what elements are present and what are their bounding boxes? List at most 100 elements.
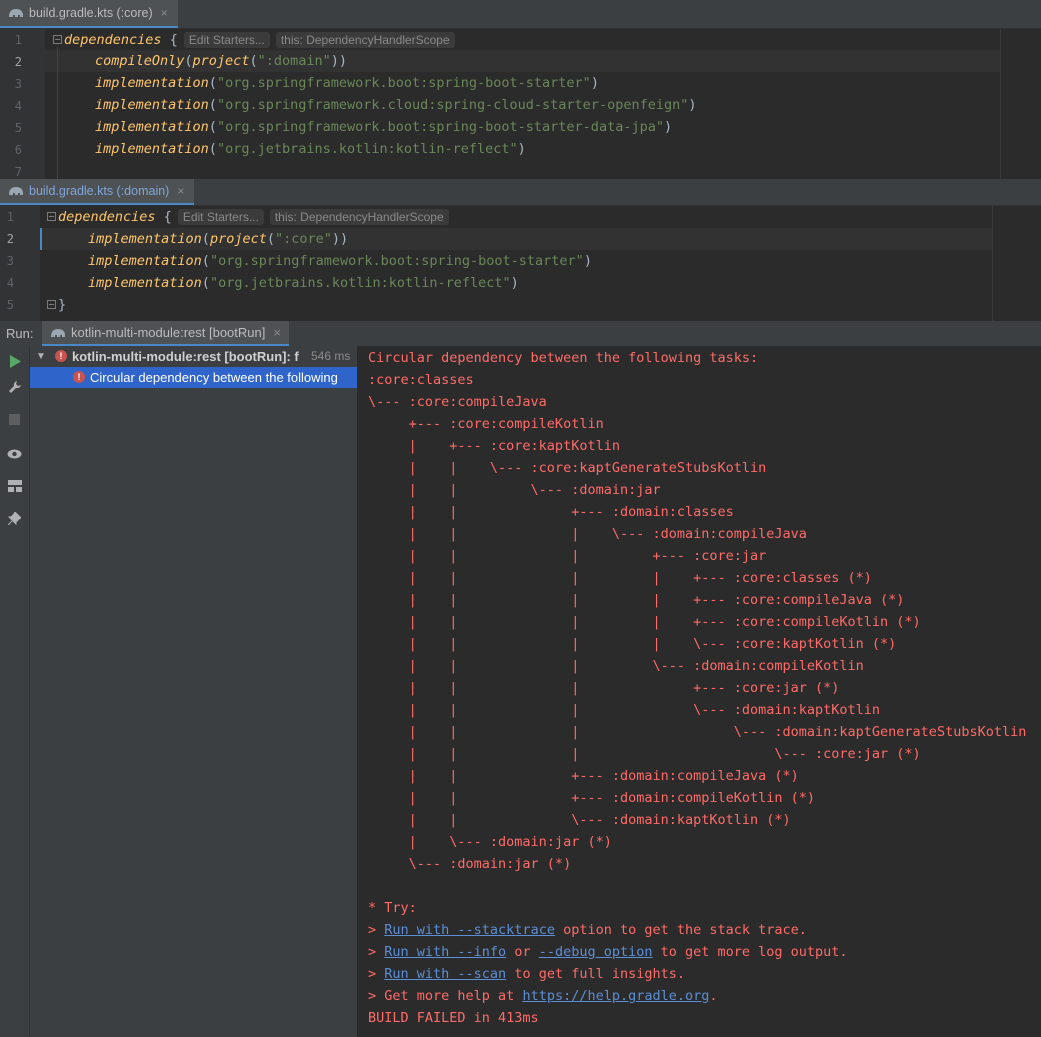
- line-number: 3: [14, 77, 22, 91]
- run-toolbar: [0, 346, 30, 1037]
- line-number: 7: [14, 165, 22, 179]
- code-line[interactable]: implementation("org.springframework.boot…: [95, 116, 672, 138]
- line-number: 4: [6, 276, 14, 290]
- inlay-hint-receiver: this: DependencyHandlerScope: [269, 209, 449, 225]
- console-line: | | | \--- :domain:kaptGenerateStubsKotl…: [368, 724, 1027, 740]
- line-number: 4: [14, 99, 22, 113]
- console-line: | | | \--- :core:jar (*): [368, 746, 921, 762]
- editor-core[interactable]: 1 2 3 4 5 6 7 dependencies {Edit Starter…: [0, 29, 1041, 179]
- code-line[interactable]: dependencies {Edit Starters... this: Depe…: [58, 206, 449, 228]
- code-line[interactable]: implementation("org.springframework.boot…: [95, 72, 599, 94]
- console-line: | | | | +--- :core:compileJava (*): [368, 592, 905, 608]
- code-line[interactable]: implementation(project(":core")): [88, 228, 348, 250]
- console-line: | | +--- :domain:compileJava (*): [368, 768, 799, 784]
- console-line: | | +--- :domain:compileKotlin (*): [368, 790, 816, 806]
- code-line[interactable]: implementation("org.springframework.boot…: [88, 250, 592, 272]
- stacktrace-link[interactable]: Run with --stacktrace: [384, 922, 555, 938]
- gradle-elephant-icon: [51, 328, 65, 337]
- tree-root-time: 546 ms: [308, 346, 357, 367]
- right-margin-guide: [992, 206, 993, 321]
- fold-toggle-icon[interactable]: [47, 212, 56, 221]
- tree-error-label: Circular dependency between the followin…: [90, 370, 338, 385]
- code-line[interactable]: dependencies {Edit Starters... this: Depe…: [64, 29, 455, 51]
- code-line[interactable]: implementation("org.jetbrains.kotlin:kot…: [88, 272, 519, 294]
- line-number: 5: [6, 298, 14, 312]
- console-line: | | | +--- :core:jar (*): [368, 680, 840, 696]
- code-line[interactable]: }: [58, 294, 66, 316]
- console-line: | | \--- :domain:kaptKotlin (*): [368, 812, 791, 828]
- build-tree[interactable]: ▼ ! kotlin-multi-module:rest [bootRun]: …: [30, 346, 358, 1037]
- fold-toggle-icon[interactable]: [53, 35, 62, 44]
- scan-link[interactable]: Run with --scan: [384, 966, 506, 982]
- run-tab[interactable]: kotlin-multi-module:rest [bootRun] ×: [42, 321, 289, 346]
- line-number: 2: [14, 55, 22, 69]
- line-number: 6: [14, 143, 22, 157]
- console-line: \--- :domain:jar (*): [368, 856, 572, 872]
- tab-label: build.gradle.kts (:core): [29, 6, 153, 20]
- tab-core-build-gradle[interactable]: build.gradle.kts (:core) ×: [0, 0, 178, 28]
- chevron-down-icon[interactable]: ▼: [36, 346, 46, 367]
- try-line: > Run with --stacktrace option to get th…: [368, 922, 807, 938]
- inlay-hint-receiver: this: DependencyHandlerScope: [275, 32, 455, 48]
- line-number: 5: [14, 121, 22, 135]
- try-line: > Run with --scan to get full insights.: [368, 966, 685, 982]
- console-line: | | | +--- :core:jar: [368, 548, 767, 564]
- close-icon[interactable]: ×: [161, 6, 168, 20]
- tree-error-row[interactable]: ! Circular dependency between the follow…: [30, 367, 357, 388]
- layout-icon[interactable]: [7, 478, 22, 493]
- console-line: | | +--- :domain:classes: [368, 504, 734, 520]
- tab-label: build.gradle.kts (:domain): [29, 184, 170, 198]
- error-icon: !: [55, 350, 67, 362]
- rerun-icon[interactable]: [7, 354, 22, 369]
- right-margin-guide: [1000, 29, 1001, 179]
- code-line[interactable]: compileOnly(project(":domain")): [95, 50, 347, 72]
- info-link[interactable]: Run with --info: [384, 944, 506, 960]
- line-number: 1: [6, 210, 14, 224]
- indent-guide: [57, 47, 58, 179]
- tab-domain-build-gradle[interactable]: build.gradle.kts (:domain) ×: [0, 179, 195, 205]
- gradle-elephant-icon: [9, 9, 23, 17]
- inlay-hint-edit-starters[interactable]: Edit Starters...: [177, 209, 264, 225]
- console-line: | | \--- :core:kaptGenerateStubsKotlin: [368, 460, 767, 476]
- line-number: 1: [14, 33, 22, 47]
- pin-icon[interactable]: [7, 511, 22, 526]
- close-icon[interactable]: ×: [177, 184, 184, 198]
- console-line: | +--- :core:kaptKotlin: [368, 438, 620, 454]
- console-line: +--- :core:compileKotlin: [368, 416, 604, 432]
- console-line: | | \--- :domain:jar: [368, 482, 661, 498]
- eye-icon[interactable]: [7, 446, 22, 461]
- debug-link[interactable]: --debug option: [539, 944, 653, 960]
- error-icon: !: [73, 371, 85, 383]
- run-label: Run:: [6, 326, 34, 341]
- tree-root-row[interactable]: ▼ ! kotlin-multi-module:rest [bootRun]: …: [30, 346, 357, 367]
- editor2-tabbar: build.gradle.kts (:domain) ×: [0, 179, 1041, 206]
- editor1-tabbar: build.gradle.kts (:core) ×: [0, 0, 1041, 29]
- line-number: 3: [6, 254, 14, 268]
- console-output[interactable]: Circular dependency between the followin…: [357, 346, 1041, 1037]
- line-number: 2: [6, 232, 14, 246]
- wrench-icon[interactable]: [7, 379, 22, 394]
- console-line: | | | | \--- :core:kaptKotlin (*): [368, 636, 897, 652]
- editor-domain[interactable]: 1 2 3 4 5 dependencies {Edit Starters...…: [0, 206, 1041, 321]
- try-line: > Run with --info or --debug option to g…: [368, 944, 848, 960]
- console-line: | | | | +--- :core:compileKotlin (*): [368, 614, 921, 630]
- console-line: Circular dependency between the followin…: [368, 350, 759, 366]
- console-line: | | | \--- :domain:compileKotlin: [368, 658, 864, 674]
- console-line: | \--- :domain:jar (*): [368, 834, 612, 850]
- try-line: > Get more help at https://help.gradle.o…: [368, 988, 718, 1004]
- stop-icon[interactable]: [7, 412, 22, 427]
- try-heading: * Try:: [368, 900, 417, 916]
- code-line[interactable]: implementation("org.springframework.clou…: [95, 94, 696, 116]
- console-line: \--- :core:compileJava: [368, 394, 547, 410]
- code-line[interactable]: implementation("org.jetbrains.kotlin:kot…: [95, 138, 526, 160]
- console-line: :core:classes: [368, 372, 474, 388]
- fold-toggle-icon[interactable]: [47, 300, 56, 309]
- inlay-hint-edit-starters[interactable]: Edit Starters...: [183, 32, 270, 48]
- build-result: BUILD FAILED in 413ms: [368, 1010, 539, 1026]
- close-icon[interactable]: ×: [273, 325, 281, 340]
- console-line: | | | \--- :domain:compileJava: [368, 526, 807, 542]
- tree-root-label: kotlin-multi-module:rest [bootRun]: f: [72, 349, 299, 364]
- run-tab-label: kotlin-multi-module:rest [bootRun]: [71, 325, 266, 340]
- help-link[interactable]: https://help.gradle.org: [522, 988, 709, 1004]
- caret-marker: [40, 228, 42, 250]
